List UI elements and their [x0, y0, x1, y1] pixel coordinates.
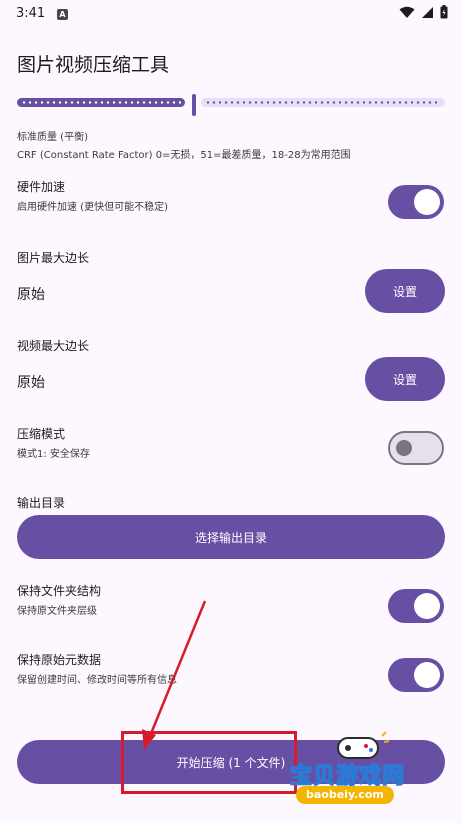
status-time: 3:41 — [16, 6, 46, 21]
compress-mode-switch[interactable] — [388, 431, 444, 465]
hardware-accel-subtitle: 启用硬件加速 (更快但可能不稳定) — [17, 202, 168, 213]
switch-knob — [414, 189, 440, 215]
slider-active-track — [17, 98, 185, 107]
annotation-highlight-box — [121, 731, 297, 794]
wifi-icon — [399, 6, 415, 18]
hardware-accel-switch[interactable] — [388, 185, 444, 219]
image-max-edge-title: 图片最大边长 — [17, 251, 90, 265]
compress-mode-title: 压缩模式 — [17, 427, 66, 441]
video-max-edge-set-button[interactable]: 设置 — [365, 357, 445, 401]
quality-label: 标准质量 (平衡) — [17, 132, 88, 143]
switch-knob — [396, 440, 412, 456]
slider-inactive-track — [201, 98, 445, 107]
keep-metadata-switch[interactable] — [388, 658, 444, 692]
switch-knob — [414, 662, 440, 688]
video-max-edge-title: 视频最大边长 — [17, 339, 90, 353]
hardware-accel-title: 硬件加速 — [17, 180, 66, 194]
keep-structure-title: 保持文件夹结构 — [17, 584, 102, 598]
signal-icon — [422, 6, 433, 18]
keep-structure-switch[interactable] — [388, 589, 444, 623]
output-dir-title: 输出目录 — [17, 496, 66, 510]
keep-metadata-title: 保持原始元数据 — [17, 653, 102, 667]
page-title: 图片视频压缩工具 — [17, 54, 170, 76]
video-max-edge-value: 原始 — [17, 375, 45, 391]
image-max-edge-set-button[interactable]: 设置 — [365, 269, 445, 313]
watermark-url: baobeiy.com — [296, 786, 394, 804]
switch-knob — [414, 593, 440, 619]
keep-structure-subtitle: 保持原文件夹层级 — [17, 606, 97, 617]
select-output-dir-button[interactable]: 选择输出目录 — [17, 515, 445, 559]
image-max-edge-value: 原始 — [17, 287, 45, 303]
status-icons — [399, 5, 448, 19]
quality-hint: CRF (Constant Rate Factor) 0=无损，51=最差质量，… — [17, 150, 351, 161]
slider-thumb[interactable] — [192, 94, 196, 116]
notification-badge-icon: A — [57, 9, 68, 20]
quality-slider[interactable] — [17, 94, 445, 116]
compress-mode-subtitle: 模式1: 安全保存 — [17, 449, 90, 460]
watermark: 宝贝游戏网 baobeiy.com — [286, 730, 454, 808]
battery-icon — [440, 5, 448, 19]
